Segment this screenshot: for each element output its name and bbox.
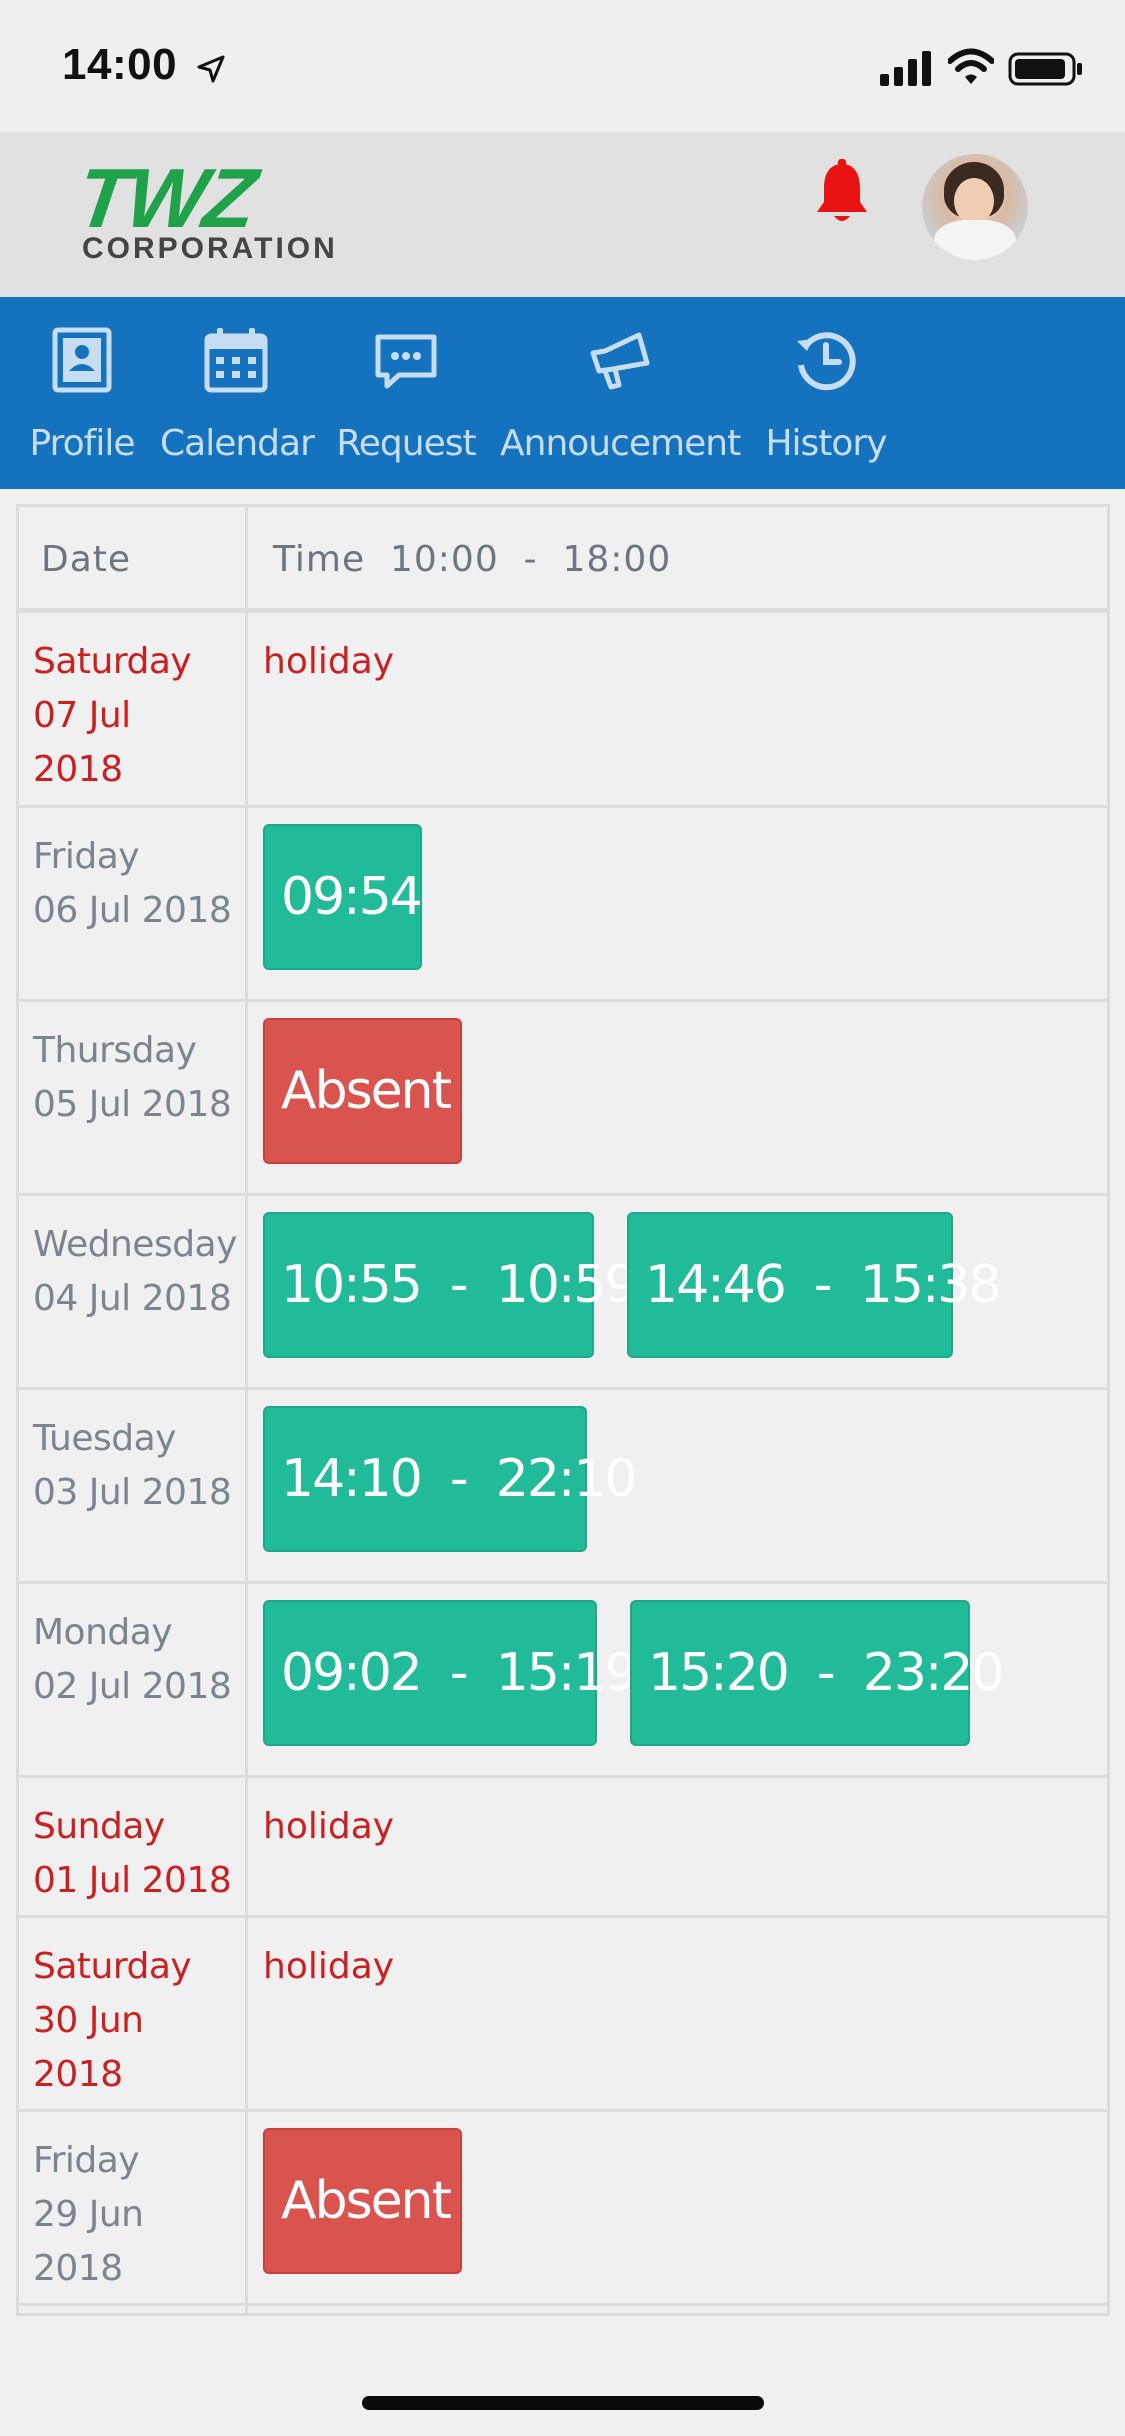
absent-badge[interactable]: Absent: [263, 1018, 462, 1164]
row-weekday: Tuesday: [33, 1418, 176, 1459]
row-year: 2018: [33, 749, 123, 790]
table-row: Friday 06 Jul 2018 09:54: [19, 808, 1107, 1002]
nav-label-history: History: [765, 423, 887, 464]
table-row: Thursday 05 Jul 2018 Absent: [19, 1002, 1107, 1196]
table-row: Saturday 07 Jul 2018 holiday: [19, 613, 1107, 808]
row-date-text: 07 Jul: [33, 695, 131, 736]
avatar-face: [954, 178, 994, 224]
nav-label-request: Request: [336, 423, 476, 464]
avatar-body: [934, 220, 1016, 260]
row-weekday: Monday: [33, 1612, 173, 1653]
row-date-text: 03 Jul 2018: [33, 1472, 232, 1513]
signal-icon: [880, 51, 931, 86]
row-weekday: Friday: [33, 2140, 140, 2181]
table-header: Date Time 10:00 - 18:00: [19, 507, 1107, 613]
row-date: Saturday 30 Jun 2018: [33, 1940, 243, 2102]
table-row: Tuesday 03 Jul 2018 14:10 - 22:10: [19, 1390, 1107, 1584]
wifi-icon: [948, 48, 994, 84]
row-year: 2018: [33, 2248, 123, 2289]
row-date: Wednesday 04 Jul 2018: [33, 1218, 243, 1326]
app-header: TWZ CORPORATION: [0, 132, 1125, 297]
row-year: 2018: [33, 2054, 123, 2095]
nav-item-calendar[interactable]: Calendar: [160, 297, 315, 489]
nav-item-request[interactable]: Request: [330, 297, 482, 489]
attendance-table: Date Time 10:00 - 18:00 Saturday 07 Jul …: [16, 504, 1110, 2316]
status-bar: 14:00: [0, 0, 1125, 132]
row-date-text: 01 Jul 2018: [33, 1860, 232, 1901]
bell-icon[interactable]: [812, 158, 872, 228]
calendar-icon: [204, 328, 268, 393]
table-row: Friday 29 Jun 2018 Absent: [19, 2112, 1107, 2306]
table-row: Saturday 30 Jun 2018 holiday: [19, 1918, 1107, 2112]
history-clock-icon: [797, 332, 856, 391]
company-logo[interactable]: TWZ CORPORATION: [71, 151, 418, 266]
row-weekday: Wednesday: [33, 1224, 237, 1265]
main-nav: Profile Calendar Request Annoucement His…: [0, 297, 1125, 489]
time-record-badge[interactable]: 15:20 - 23:20: [630, 1600, 1005, 1746]
row-date: Friday 06 Jul 2018: [33, 830, 243, 938]
column-header-time: Time 10:00 - 18:00: [273, 539, 672, 580]
row-weekday: Thursday: [33, 1030, 197, 1071]
profile-card-icon: [52, 327, 112, 393]
absent-badge[interactable]: Absent: [263, 2128, 462, 2274]
nav-item-announcement[interactable]: Annoucement: [500, 297, 741, 489]
nav-label-announcement: Annoucement: [500, 423, 741, 464]
row-weekday: Friday: [33, 836, 140, 877]
nav-label-calendar: Calendar: [160, 423, 315, 464]
table-row: Sunday 01 Jul 2018 holiday: [19, 1778, 1107, 1918]
time-record-badge[interactable]: 09:02 - 15:19: [263, 1600, 638, 1746]
holiday-label: holiday: [263, 1806, 395, 1847]
row-date: Sunday 01 Jul 2018: [33, 1800, 243, 1908]
row-date-text: 29 Jun: [33, 2194, 144, 2235]
logo-subtitle: CORPORATION: [82, 232, 338, 265]
row-date: Saturday 07 Jul 2018: [33, 635, 243, 797]
time-record-badge[interactable]: 14:46 - 15:38: [627, 1212, 1002, 1358]
status-time: 14:00: [62, 40, 178, 89]
row-date-text: 02 Jul 2018: [33, 1666, 232, 1707]
nav-item-history[interactable]: History: [758, 297, 894, 489]
holiday-label: holiday: [263, 1946, 395, 1987]
chat-bubble-icon: [375, 334, 437, 389]
table-row: Wednesday 04 Jul 2018 10:55 - 10:59 14:4…: [19, 1196, 1107, 1390]
row-date: Friday 29 Jun 2018: [33, 2134, 243, 2296]
megaphone-icon: [590, 332, 650, 390]
row-date: Thursday 05 Jul 2018: [33, 1024, 243, 1132]
time-record-badge[interactable]: 10:55 - 10:59: [263, 1212, 638, 1358]
column-header-date: Date: [41, 539, 132, 580]
row-date-text: 06 Jul 2018: [33, 890, 232, 931]
row-weekday: Saturday: [33, 641, 192, 682]
battery-icon: [1008, 52, 1082, 86]
row-date: Monday 02 Jul 2018: [33, 1606, 243, 1714]
time-record-badge[interactable]: 14:10 - 22:10: [263, 1406, 638, 1552]
row-date-text: 05 Jul 2018: [33, 1084, 232, 1125]
home-indicator[interactable]: [362, 2396, 764, 2410]
row-weekday: Sunday: [33, 1806, 165, 1847]
nav-item-profile[interactable]: Profile: [20, 297, 144, 489]
user-avatar[interactable]: [922, 154, 1028, 260]
time-record-badge[interactable]: 09:54: [263, 824, 423, 970]
nav-label-profile: Profile: [29, 423, 136, 464]
row-date: Tuesday 03 Jul 2018: [33, 1412, 243, 1520]
row-date-text: 04 Jul 2018: [33, 1278, 232, 1319]
row-weekday: Saturday: [33, 1946, 192, 1987]
table-row: Monday 02 Jul 2018 09:02 - 15:19 15:20 -…: [19, 1584, 1107, 1778]
row-date-text: 30 Jun: [33, 2000, 144, 2041]
logo-wordmark: TWZ: [71, 151, 261, 245]
holiday-label: holiday: [263, 641, 395, 682]
location-arrow-icon: [197, 55, 225, 83]
